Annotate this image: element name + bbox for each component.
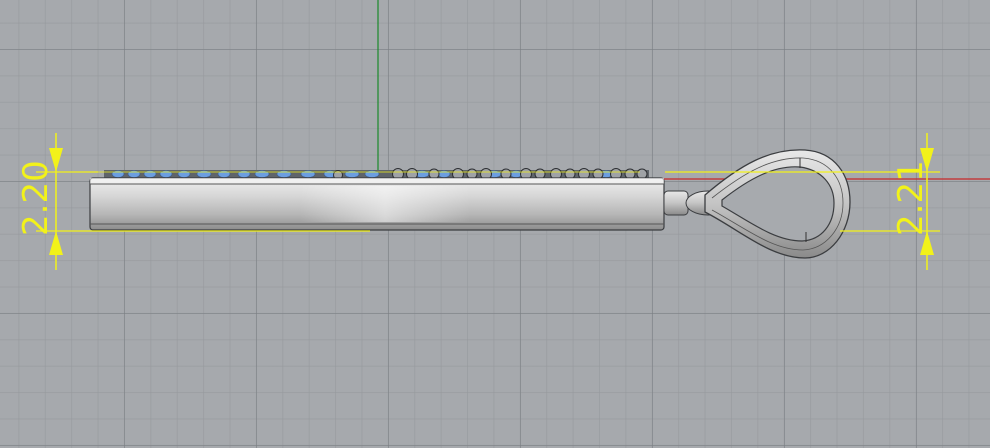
pendant-body[interactable] (89, 177, 665, 231)
dimension-left-label: 2.20 (16, 160, 56, 236)
viewport-canvas: 2.20 2.21 (16, 0, 990, 270)
rhino-front-viewport[interactable]: 2.20 2.21 (0, 0, 990, 448)
dimension-right-label: 2.21 (891, 160, 931, 236)
pendant-bail[interactable] (663, 149, 851, 259)
